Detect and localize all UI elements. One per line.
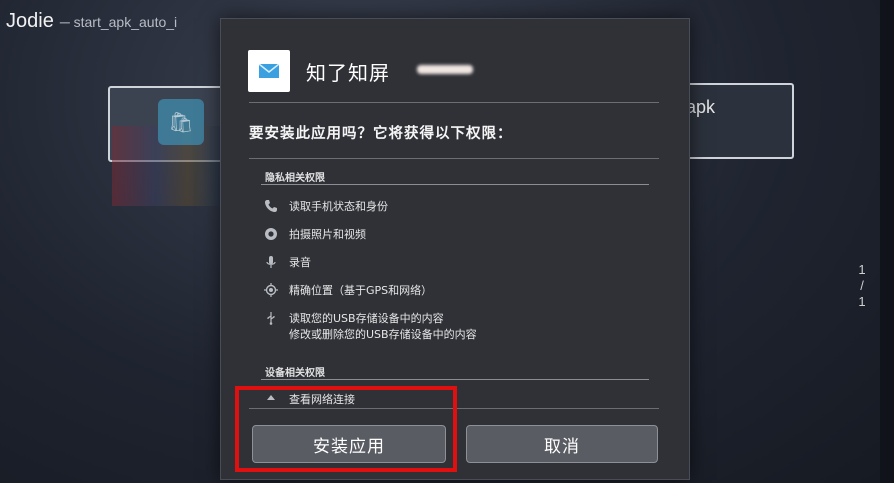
section-title-device: 设备相关权限	[265, 368, 325, 379]
camera-icon	[263, 227, 279, 243]
app-name: 知了知屏	[306, 60, 390, 85]
install-question: 要安装此应用吗？它将获得以下权限：	[249, 126, 513, 142]
section-title-privacy: 隐私相关权限	[265, 173, 325, 184]
page-current: 1	[858, 262, 866, 277]
section-divider	[261, 379, 649, 380]
permission-item: 精确位置（基于GPS和网络）	[263, 283, 432, 299]
dialog-header: 知了知屏	[248, 49, 390, 93]
envelope-icon	[259, 64, 279, 78]
page-indicator: 1 / 1	[856, 262, 868, 310]
permission-list[interactable]: 隐私相关权限 读取手机状态和身份 拍摄照片和视频 录音 精确位置（基于GPS和网…	[249, 161, 659, 407]
permission-item: 读取您的USB存储设备中的内容 修改或删除您的USB存储设备中的内容	[263, 311, 477, 343]
microphone-icon	[263, 255, 279, 271]
window-title: Jodie ─ start_apk_auto_i	[6, 10, 177, 33]
header-divider	[249, 102, 659, 103]
redacted-mark	[417, 65, 473, 74]
permission-text-line: 修改或删除您的USB存储设备中的内容	[289, 328, 477, 341]
bg-apk-card-label: apk	[686, 97, 716, 117]
permission-item: 录音	[263, 255, 311, 271]
usb-icon	[263, 311, 279, 327]
permission-item: 拍摄照片和视频	[263, 227, 366, 243]
window-subtitle: ─ start_apk_auto_i	[59, 14, 178, 30]
window-title-text: Jodie	[6, 10, 54, 32]
permission-text: 读取您的USB存储设备中的内容 修改或删除您的USB存储设备中的内容	[289, 311, 477, 343]
highlight-box	[235, 386, 457, 472]
permission-text: 精确位置（基于GPS和网络）	[289, 284, 433, 297]
page-total: 1	[858, 294, 866, 309]
permission-text: 读取手机状态和身份	[289, 200, 388, 213]
permission-text: 录音	[289, 256, 311, 269]
page-separator: /	[860, 278, 864, 293]
permission-item: 读取手机状态和身份	[263, 199, 388, 215]
bg-apk-card[interactable]: apk	[680, 83, 794, 159]
cancel-button[interactable]: 取消	[466, 425, 658, 463]
question-divider	[249, 158, 659, 159]
app-icon	[248, 50, 290, 92]
phone-icon	[263, 199, 279, 215]
permission-text-line: 读取您的USB存储设备中的内容	[289, 312, 444, 325]
screen-edge	[880, 0, 894, 483]
location-icon	[263, 283, 279, 299]
store-bag-icon: 🛍	[158, 99, 204, 145]
section-divider	[261, 184, 649, 185]
permission-text: 拍摄照片和视频	[289, 228, 366, 241]
